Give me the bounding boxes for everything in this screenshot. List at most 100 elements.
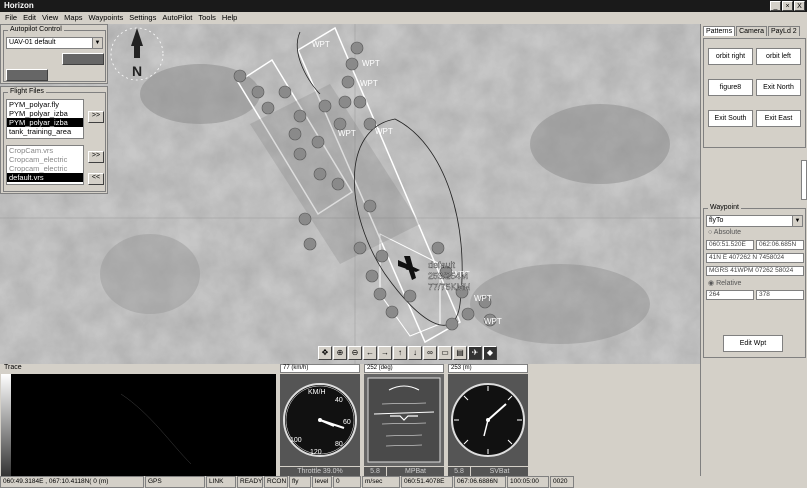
utm-field[interactable]: 41N E 407262 N 7458024 bbox=[706, 253, 804, 263]
aircraft-heading-label: 253/254M bbox=[428, 271, 468, 281]
pan-icon[interactable]: ✥ bbox=[318, 346, 332, 360]
edit-waypoint-button[interactable]: Edit Wpt bbox=[723, 335, 783, 352]
uav-select[interactable]: UAV-01 default ▼ bbox=[6, 37, 103, 49]
arrow-right-icon[interactable]: → bbox=[378, 346, 392, 360]
menu-autopilot[interactable]: AutoPilot bbox=[159, 12, 195, 24]
aircraft-name-label: default bbox=[428, 260, 456, 270]
exit-south-button[interactable]: Exit South bbox=[708, 110, 753, 127]
heading-select-value: 252 (deg) bbox=[367, 365, 393, 371]
exit-east-button[interactable]: Exit East bbox=[756, 110, 801, 127]
arrow-down-icon[interactable]: ↓ bbox=[408, 346, 422, 360]
tab-payload2[interactable]: PayLd 2 bbox=[767, 26, 800, 36]
ready-status: READY bbox=[237, 476, 263, 488]
airspeed-gauge: KM/H 40 60 80 100 120 bbox=[280, 374, 360, 466]
unload-vrs-button[interactable]: << bbox=[88, 173, 104, 185]
list-item[interactable]: tank_training_area bbox=[7, 127, 83, 136]
aircraft-speed-label: 77/75KMH bbox=[428, 282, 471, 292]
menu-edit[interactable]: Edit bbox=[20, 12, 39, 24]
list-item[interactable]: PYM_polyar_izba bbox=[7, 109, 83, 118]
arrow-up-icon[interactable]: ↑ bbox=[393, 346, 407, 360]
arrow-left-icon[interactable]: ← bbox=[363, 346, 377, 360]
chevron-down-icon[interactable]: ▼ bbox=[92, 38, 102, 48]
trace-panel: Trace bbox=[0, 364, 277, 476]
fly-files-list[interactable]: PYM_polyar.fly PYM_polyar_izba PYM_polya… bbox=[6, 99, 84, 139]
speed-select[interactable]: 77 (km/h) bbox=[280, 364, 360, 373]
tab-strip: Patterns Camera PayLd 2 bbox=[703, 26, 801, 36]
close-button[interactable]: X bbox=[794, 1, 805, 11]
wpt-label: WPT bbox=[484, 317, 502, 326]
menu-bar: File Edit View Maps Waypoints Settings A… bbox=[0, 12, 807, 24]
heading-select[interactable]: 252 (deg) bbox=[364, 364, 444, 373]
speed-select-value: 77 (km/h) bbox=[283, 365, 309, 371]
throttle-label: Throttle 39.0% bbox=[280, 467, 360, 476]
wpt-label: WPT bbox=[474, 294, 492, 303]
lon-field[interactable]: 062:06.685N bbox=[756, 240, 804, 250]
wpt-label: WPT bbox=[312, 40, 330, 49]
waypoint-diamond-icon[interactable]: ◆ bbox=[483, 346, 497, 360]
uav-button[interactable] bbox=[6, 69, 48, 81]
list-item[interactable]: PYM_polyar_izba bbox=[7, 118, 83, 127]
waypoint-group-label: Waypoint bbox=[708, 204, 741, 211]
speed-units: m/sec bbox=[362, 476, 400, 488]
relative-radio[interactable]: ◉ Relative bbox=[708, 279, 741, 287]
binoculars-icon[interactable]: ∞ bbox=[423, 346, 437, 360]
list-item[interactable]: CropCam.vrs bbox=[7, 146, 83, 155]
zoom-in-icon[interactable]: ⊕ bbox=[333, 346, 347, 360]
exit-north-button[interactable]: Exit North bbox=[756, 79, 801, 96]
autopilot-action-button[interactable] bbox=[62, 53, 104, 65]
map-layer-icon[interactable]: ▭ bbox=[438, 346, 452, 360]
map-image-icon[interactable]: ▤ bbox=[453, 346, 467, 360]
trace-label: Trace bbox=[4, 364, 22, 371]
aircraft-follow-icon[interactable]: ✈ bbox=[468, 346, 482, 360]
altitude-select[interactable]: 253 (m) bbox=[448, 364, 528, 373]
gps-status: GPS bbox=[145, 476, 205, 488]
load-fly-button[interactable]: >> bbox=[88, 111, 104, 123]
altimeter-gauge bbox=[448, 374, 528, 466]
rel-y-field[interactable]: 378 bbox=[756, 290, 804, 300]
altitude-select-value: 253 (m) bbox=[451, 365, 472, 371]
menu-view[interactable]: View bbox=[39, 12, 61, 24]
chevron-down-icon[interactable]: ▼ bbox=[792, 216, 802, 226]
tab-camera[interactable]: Camera bbox=[736, 26, 767, 36]
tick-label: 120 bbox=[310, 449, 322, 456]
zoom-out-icon[interactable]: ⊖ bbox=[348, 346, 362, 360]
waypoint-type-value: flyTo bbox=[709, 217, 724, 224]
mpbat-value: 5.8 bbox=[364, 467, 386, 476]
relative-label: Relative bbox=[716, 280, 742, 287]
menu-help[interactable]: Help bbox=[219, 12, 240, 24]
link-status: LINK bbox=[206, 476, 236, 488]
restore-button[interactable]: × bbox=[782, 1, 793, 11]
window-title: Horizon bbox=[4, 1, 34, 10]
list-item[interactable]: Cropcam_electric bbox=[7, 155, 83, 164]
menu-waypoints[interactable]: Waypoints bbox=[86, 12, 127, 24]
list-item[interactable]: Cropcam_electric bbox=[7, 164, 83, 173]
figure8-button[interactable]: figure8 bbox=[708, 79, 753, 96]
status-bar: 060:49.3184E , 067:10.4118N( 0 (m) GPS L… bbox=[0, 476, 807, 488]
waypoint-type-select[interactable]: flyTo ▼ bbox=[706, 215, 803, 227]
vrs-files-list[interactable]: CropCam.vrs Cropcam_electric Cropcam_ele… bbox=[6, 145, 84, 185]
menu-file[interactable]: File bbox=[2, 12, 20, 24]
flight-files-panel: Flight Files PYM_polyar.fly PYM_polyar_i… bbox=[0, 86, 108, 194]
rel-x-field[interactable]: 264 bbox=[706, 290, 754, 300]
menu-settings[interactable]: Settings bbox=[126, 12, 159, 24]
minimize-button[interactable]: _ bbox=[770, 1, 781, 11]
orbit-left-button[interactable]: orbit left bbox=[756, 48, 801, 65]
lat-field[interactable]: 060:51.520E bbox=[706, 240, 754, 250]
mpbat-label: MPBat bbox=[387, 467, 444, 476]
menu-maps[interactable]: Maps bbox=[61, 12, 85, 24]
map-view[interactable]: WPT WPT WPT WPT WPT WPT WPT WPT N defaul… bbox=[0, 24, 700, 364]
wpt-label: WPT bbox=[375, 127, 393, 136]
compass-north-label: N bbox=[132, 63, 142, 79]
title-bar: Horizon _ × X bbox=[0, 0, 807, 12]
tab-patterns[interactable]: Patterns bbox=[703, 26, 736, 36]
list-item[interactable]: default.vrs bbox=[7, 173, 83, 182]
menu-tools[interactable]: Tools bbox=[195, 12, 219, 24]
wp-coord-east: 060:51.4078E bbox=[401, 476, 453, 488]
scrollbar[interactable] bbox=[801, 160, 807, 200]
absolute-radio[interactable]: ○ Absolute bbox=[708, 229, 741, 236]
load-vrs-button[interactable]: >> bbox=[88, 151, 104, 163]
list-item[interactable]: PYM_polyar.fly bbox=[7, 100, 83, 109]
orbit-right-button[interactable]: orbit right bbox=[708, 48, 753, 65]
wp-coord-north: 067:06.6886N bbox=[454, 476, 506, 488]
mgrs-field[interactable]: MGRS 41WPM 07262 58024 bbox=[706, 266, 804, 276]
